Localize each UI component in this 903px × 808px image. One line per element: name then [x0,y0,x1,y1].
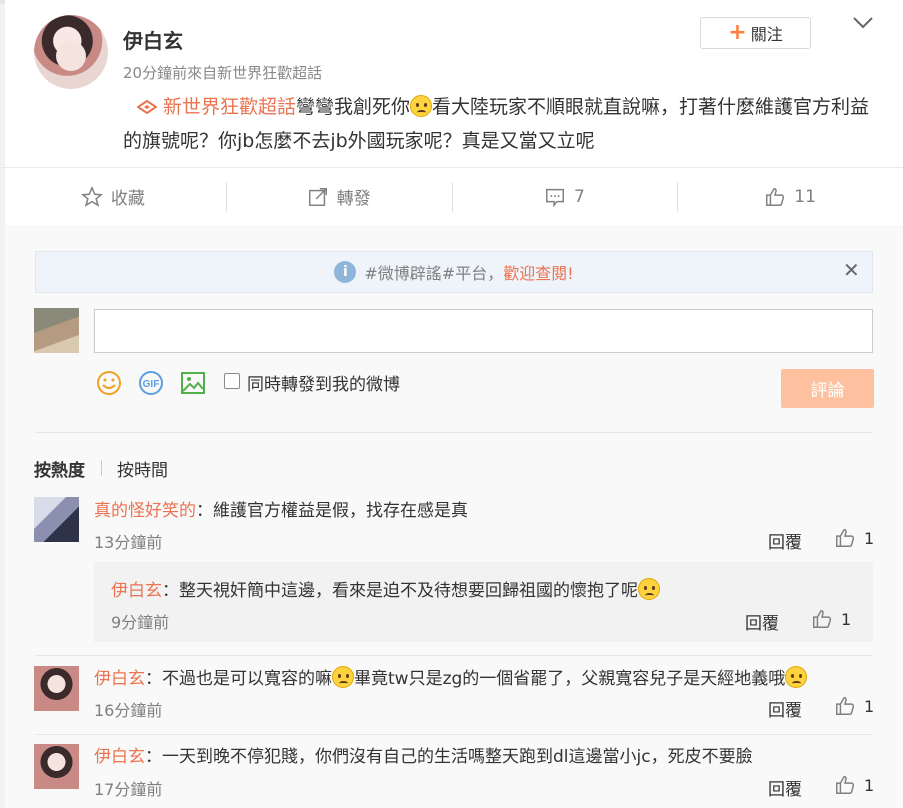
notice-welcome[interactable]: 歡迎查閱! [503,260,573,284]
comment-avatar[interactable] [34,744,79,789]
comment-time: 16分鐘前 [94,701,163,720]
comment-user[interactable]: 伊白玄 [94,747,145,767]
divider [35,655,873,656]
comment-like-count: 1 [864,528,875,548]
comment-time: 9分鐘前 [111,613,170,632]
comment-user[interactable]: 伊白玄 [111,581,162,601]
comment-text: 伊白玄：一天到晚不停犯賤，你們沒有自己的生活嗎整天跑到dl這邊當小jc，死皮不要… [94,742,753,767]
comment-like-button[interactable]: 1 [834,527,874,549]
comment-like-count: 1 [841,609,852,629]
comment-body: ：不過也是可以寬容的嘛 [145,669,332,689]
kiss-emoji-icon [785,666,808,688]
submit-comment-button[interactable]: 評論 [781,369,874,408]
sub-reply-text: 伊白玄：整天視奸簡中這邊，看來是迫不及待想要回歸祖國的懷抱了呢 [111,576,660,601]
divider [35,734,873,735]
favorite-label: 收藏 [110,189,145,209]
reply-button[interactable]: 回覆 [768,775,802,800]
like-button[interactable]: 11 [677,168,903,225]
plus-icon: + [728,20,747,45]
image-icon[interactable] [179,369,207,397]
thumbs-up-icon [836,697,855,715]
repost-checkbox[interactable] [224,373,240,389]
like-count: 11 [794,186,816,207]
comment-body: ：維護官方權益是假，找存在感是真 [196,501,468,521]
thumbs-up-icon [836,776,855,794]
thumbs-up-icon [813,610,832,628]
comment-body: ：整天視奸簡中這邊，看來是迫不及待想要回歸祖國的懷抱了呢 [162,581,638,601]
star-icon [80,185,103,207]
comment-like-button[interactable]: 1 [834,695,874,717]
follow-label: 關注 [750,25,783,44]
comment-time: 13分鐘前 [94,533,163,552]
thumbs-up-icon [766,187,785,206]
divider [35,432,873,433]
comment-user[interactable]: 真的怪好笑的 [94,501,196,521]
follow-button[interactable]: + 關注 [700,17,811,49]
comment-avatar[interactable] [34,497,79,542]
post-meta: 20分鐘前來自新世界狂歡超話 [123,64,323,82]
favorite-button[interactable]: 收藏 [0,168,226,225]
notice-text[interactable]: #微博辟謠#平台， [364,260,503,284]
comment-input[interactable] [94,309,873,353]
comment-time: 17分鐘前 [94,780,163,799]
comment-icon [545,188,564,207]
svg-text:GIF: GIF [143,379,160,390]
author-name[interactable]: 伊白玄 [123,25,183,54]
post-text: 新世界狂歡超話彎彎我創死你 看大陸玩家不順眼就直說嘛，打著什麼維護官方利益的旗號呢… [123,90,873,158]
reply-button[interactable]: 回覆 [745,609,779,634]
sad-emoji-icon [410,95,433,117]
info-icon: i [334,261,357,283]
sort-separator [101,460,102,476]
comment-like-count: 1 [864,775,875,795]
comment-text: 真的怪好笑的：維護官方權益是假，找存在感是真 [94,496,468,521]
post-text-1: 彎彎我創死你 [296,96,411,118]
comment-text: 伊白玄：不過也是可以寬容的嘛 畢竟tw只是zg的一個省罷了，父親寬容兒子是天經地義… [94,664,808,689]
sad-emoji-icon [638,578,660,600]
chevron-down-icon[interactable] [852,14,874,32]
comment-count: 7 [573,186,585,207]
share-icon [308,187,327,206]
repost-button[interactable]: 轉發 [225,168,452,225]
close-icon[interactable]: ✕ [843,258,860,282]
comment-body: 畢竟tw只是zg的一個省罷了，父親寬容兒子是天經地義哦 [354,669,786,689]
author-avatar[interactable] [34,15,108,89]
comment-like-button[interactable]: 1 [811,608,851,630]
supertopic-icon [137,100,157,114]
comment-body: ：一天到晚不停犯賤，你們沒有自己的生活嗎整天跑到dl這邊當小jc，死皮不要臉 [145,747,753,767]
comment-user[interactable]: 伊白玄 [94,669,145,689]
sort-by-time[interactable]: 按時間 [117,456,168,481]
sort-by-hot[interactable]: 按熱度 [34,456,85,481]
kiss-emoji-icon [332,666,354,688]
supertopic-link[interactable]: 新世界狂歡超話 [163,96,296,118]
comment-like-button[interactable]: 1 [834,774,874,796]
comment-avatar[interactable] [34,666,79,711]
repost-label: 轉發 [336,189,371,209]
reply-button[interactable]: 回覆 [768,528,802,553]
repost-checkbox-label[interactable]: 同時轉發到我的微博 [247,370,400,395]
my-avatar [34,308,79,353]
rumor-notice: i #微博辟謠#平台， 歡迎查閱! [35,251,873,293]
emoji-icon[interactable] [95,369,123,397]
reply-button[interactable]: 回覆 [768,696,802,721]
thumbs-up-icon [836,529,855,547]
action-bar: 收藏 轉發 7 11 [0,167,903,225]
gif-icon[interactable]: GIF [137,369,165,397]
comment-like-count: 1 [864,696,875,716]
comment-button[interactable]: 7 [451,168,678,225]
